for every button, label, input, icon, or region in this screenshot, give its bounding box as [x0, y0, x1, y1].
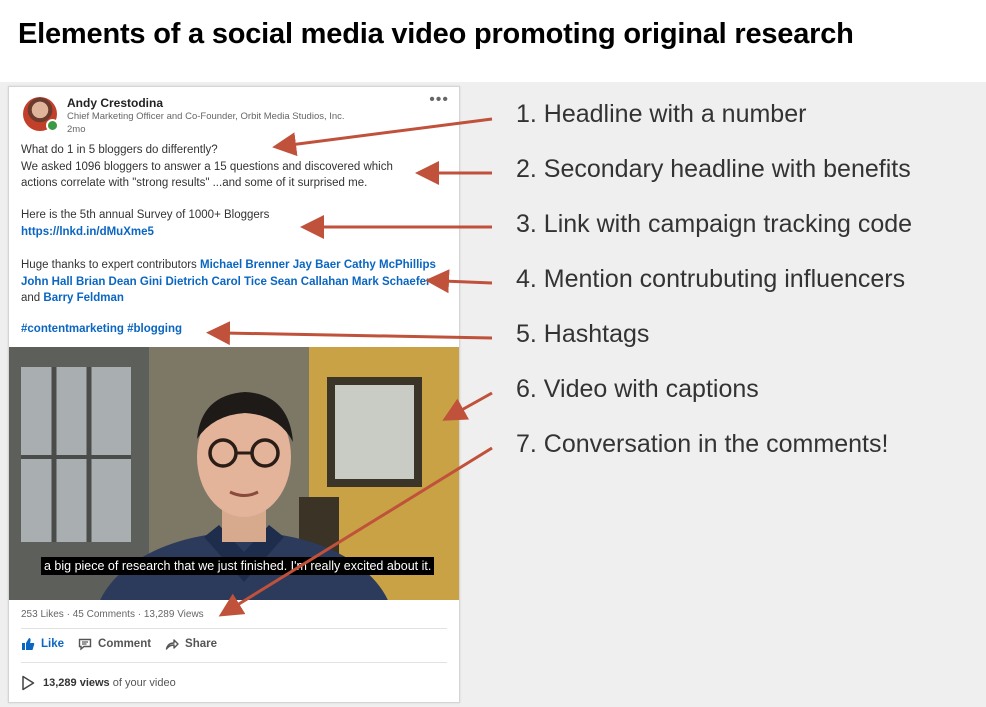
arrow-1 [272, 117, 493, 157]
arrow-5 [206, 321, 493, 346]
arrow-7 [218, 446, 493, 617]
arrow-6 [442, 391, 493, 421]
annotation-arrows [206, 117, 493, 617]
arrow-4 [425, 269, 493, 294]
